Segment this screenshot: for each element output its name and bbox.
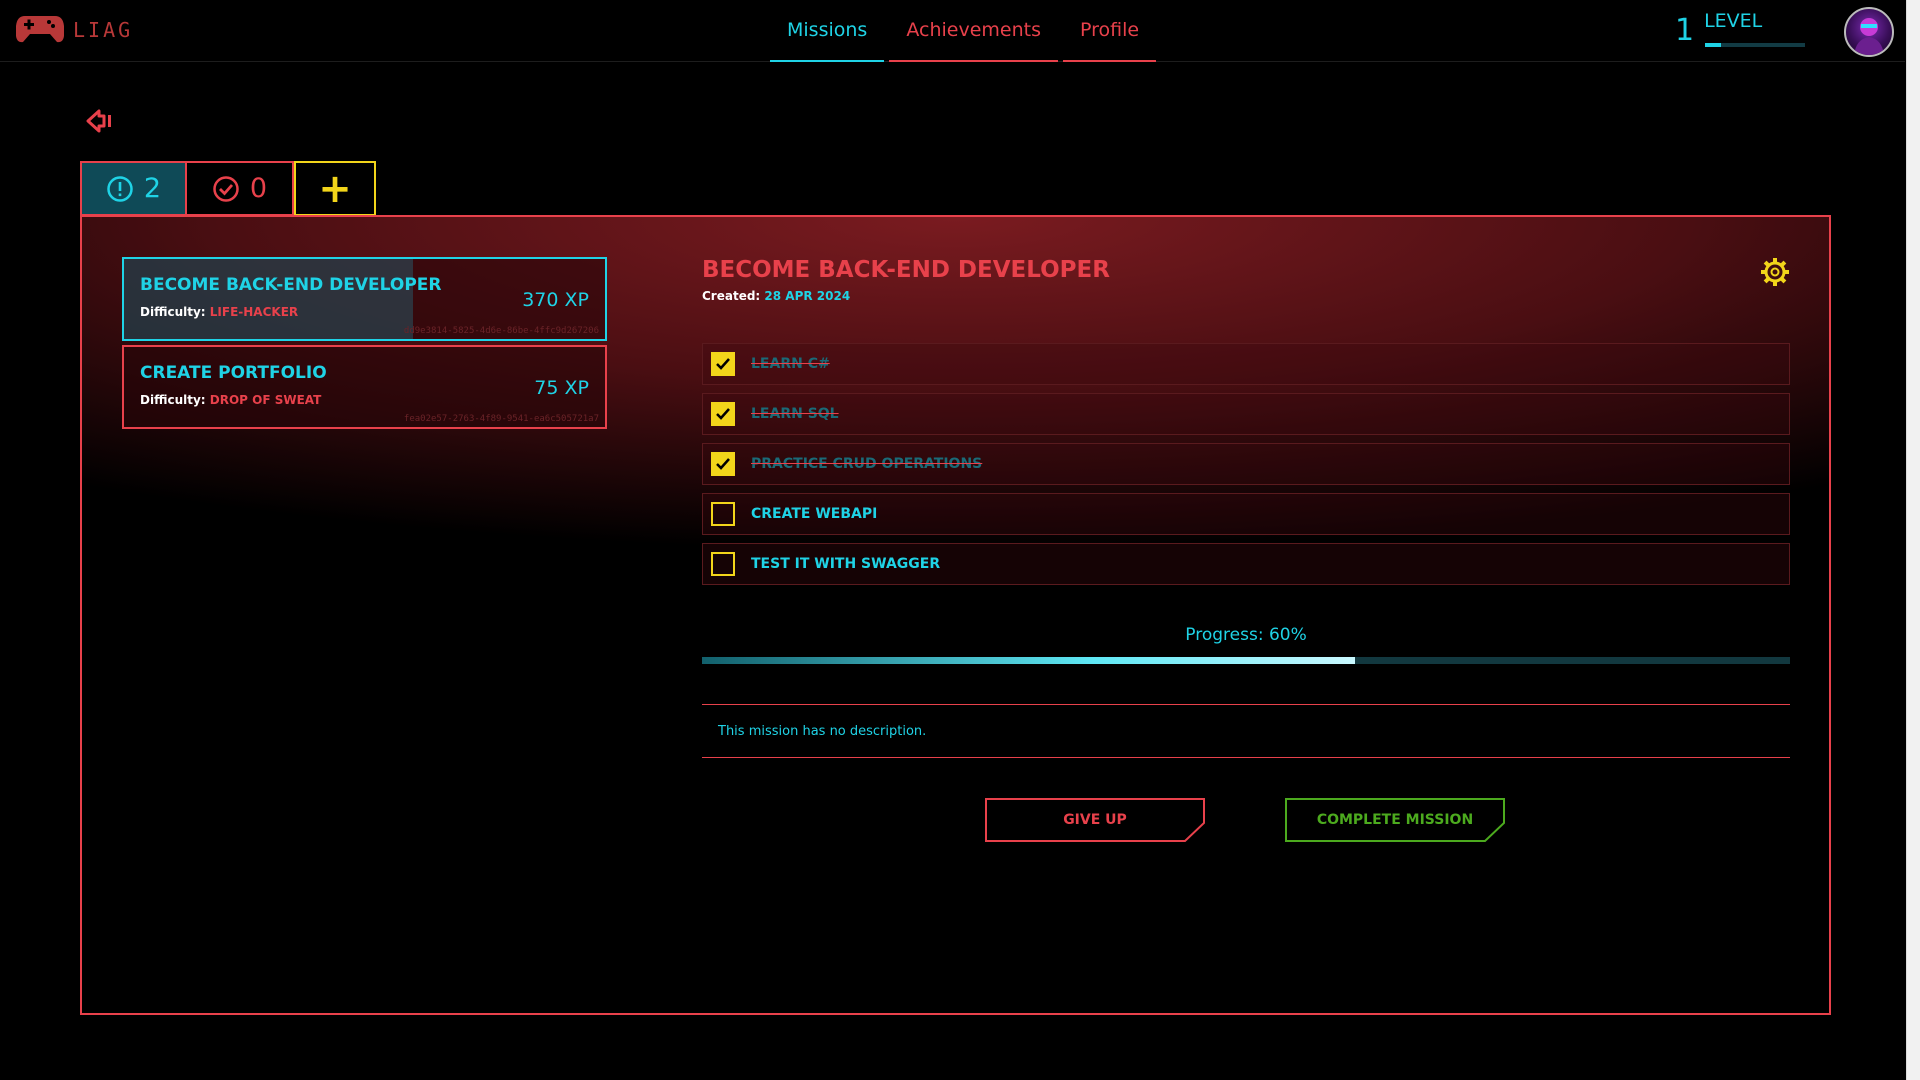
add-mission-button[interactable]: + bbox=[294, 161, 376, 216]
task-item: PRACTICE CRUD OPERATIONS bbox=[702, 443, 1790, 485]
mission-difficulty: Difficulty: DROP OF SWEAT bbox=[140, 393, 589, 407]
avatar-image-icon bbox=[1854, 18, 1884, 55]
created-label: Created: bbox=[702, 289, 761, 303]
gear-icon bbox=[1761, 258, 1789, 286]
mission-progress-fill bbox=[124, 259, 413, 339]
give-up-button[interactable]: GIVE UP bbox=[985, 798, 1205, 842]
task-label: CREATE WEBAPI bbox=[751, 506, 878, 522]
tab-completed-missions[interactable]: 0 bbox=[187, 161, 294, 216]
task-checkbox[interactable] bbox=[711, 502, 735, 526]
avatar[interactable] bbox=[1844, 7, 1894, 57]
mission-id: dd9e3814-5825-4d6e-86be-4ffc9d267206 bbox=[403, 326, 599, 336]
task-item: LEARN SQL bbox=[702, 393, 1790, 435]
task-item: CREATE WEBAPI bbox=[702, 493, 1790, 535]
task-checkbox[interactable] bbox=[711, 452, 735, 476]
mission-id: fea02e57-2763-4f89-9541-ea6c505721a7 bbox=[403, 414, 599, 424]
progress-label: Progress: 60% bbox=[1185, 625, 1307, 645]
mission-title: CREATE PORTFOLIO bbox=[140, 363, 327, 383]
task-checkbox[interactable] bbox=[711, 402, 735, 426]
done-count: 0 bbox=[249, 173, 268, 204]
difficulty-value: LIFE-HACKER bbox=[209, 305, 299, 319]
level-label: LEVEL bbox=[1704, 10, 1763, 32]
nav-profile[interactable]: Profile bbox=[1062, 0, 1157, 62]
detail-created: Created: 28 APR 2024 bbox=[702, 289, 1790, 303]
checkmark-icon bbox=[716, 458, 730, 470]
nav-achievements[interactable]: Achievements bbox=[889, 0, 1058, 62]
created-date: 28 APR 2024 bbox=[764, 289, 851, 303]
level-number: 1 bbox=[1675, 13, 1695, 48]
app: LIAG Missions Achievements Profile 1 LEV… bbox=[0, 0, 1920, 1080]
top-bar: LIAG Missions Achievements Profile 1 LEV… bbox=[0, 0, 1905, 62]
mission-detail: BECOME BACK-END DEVELOPER Created: 28 AP… bbox=[702, 257, 1790, 858]
mission-actions: GIVE UP COMPLETE MISSION bbox=[702, 798, 1790, 858]
difficulty-label: Difficulty: bbox=[140, 393, 206, 407]
task-label: LEARN SQL bbox=[751, 406, 839, 422]
progress-fill bbox=[702, 657, 1355, 664]
detail-title: BECOME BACK-END DEVELOPER bbox=[702, 257, 1110, 283]
task-label: PRACTICE CRUD OPERATIONS bbox=[751, 456, 983, 472]
give-up-label: GIVE UP bbox=[1063, 812, 1127, 828]
logo-text: LIAG bbox=[73, 18, 134, 42]
mission-xp: 370 XP bbox=[522, 289, 589, 311]
back-button[interactable] bbox=[85, 108, 113, 134]
plus-icon: + bbox=[318, 165, 352, 212]
task-item: TEST IT WITH SWAGGER bbox=[702, 543, 1790, 585]
scrollbar[interactable] bbox=[1906, 0, 1920, 1080]
mission-card[interactable]: BECOME BACK-END DEVELOPER Difficulty: LI… bbox=[122, 257, 607, 341]
mission-card[interactable]: CREATE PORTFOLIO Difficulty: DROP OF SWE… bbox=[122, 345, 607, 429]
nav-missions[interactable]: Missions bbox=[770, 0, 885, 62]
checkmark-icon bbox=[716, 408, 730, 420]
settings-button[interactable] bbox=[1760, 257, 1790, 287]
level-indicator: 1 LEVEL bbox=[1675, 10, 1805, 48]
task-item: LEARN C# bbox=[702, 343, 1790, 385]
checkmark-icon bbox=[716, 358, 730, 370]
task-label: LEARN C# bbox=[751, 356, 830, 372]
difficulty-value: DROP OF SWEAT bbox=[209, 393, 322, 407]
missions-panel: BECOME BACK-END DEVELOPER Difficulty: LI… bbox=[80, 215, 1831, 1015]
check-circle-icon bbox=[213, 175, 239, 202]
mission-description: This mission has no description. bbox=[702, 704, 1790, 758]
task-label: TEST IT WITH SWAGGER bbox=[751, 556, 941, 572]
progress-bar bbox=[702, 657, 1790, 664]
main-nav: Missions Achievements Profile bbox=[770, 0, 1161, 62]
gamepad-icon bbox=[15, 12, 65, 48]
level-progress-fill bbox=[1705, 43, 1721, 47]
tab-active-missions[interactable]: 2 bbox=[80, 161, 187, 216]
level-progress-bar bbox=[1705, 43, 1805, 47]
complete-mission-label: COMPLETE MISSION bbox=[1316, 812, 1474, 828]
task-checkbox[interactable] bbox=[711, 552, 735, 576]
back-arrow-icon bbox=[86, 109, 111, 133]
complete-mission-button[interactable]: COMPLETE MISSION bbox=[1285, 798, 1505, 842]
logo[interactable]: LIAG bbox=[15, 12, 133, 48]
task-list: LEARN C# LEARN SQL PRACTICE CRUD OPERATI… bbox=[702, 343, 1790, 585]
task-checkbox[interactable] bbox=[711, 352, 735, 376]
mission-xp: 75 XP bbox=[534, 377, 589, 399]
difficulty-label: Difficulty: bbox=[140, 305, 206, 319]
mission-tabs: 2 0 + bbox=[80, 161, 376, 216]
alert-circle-icon bbox=[107, 175, 133, 202]
active-count: 2 bbox=[143, 173, 162, 204]
